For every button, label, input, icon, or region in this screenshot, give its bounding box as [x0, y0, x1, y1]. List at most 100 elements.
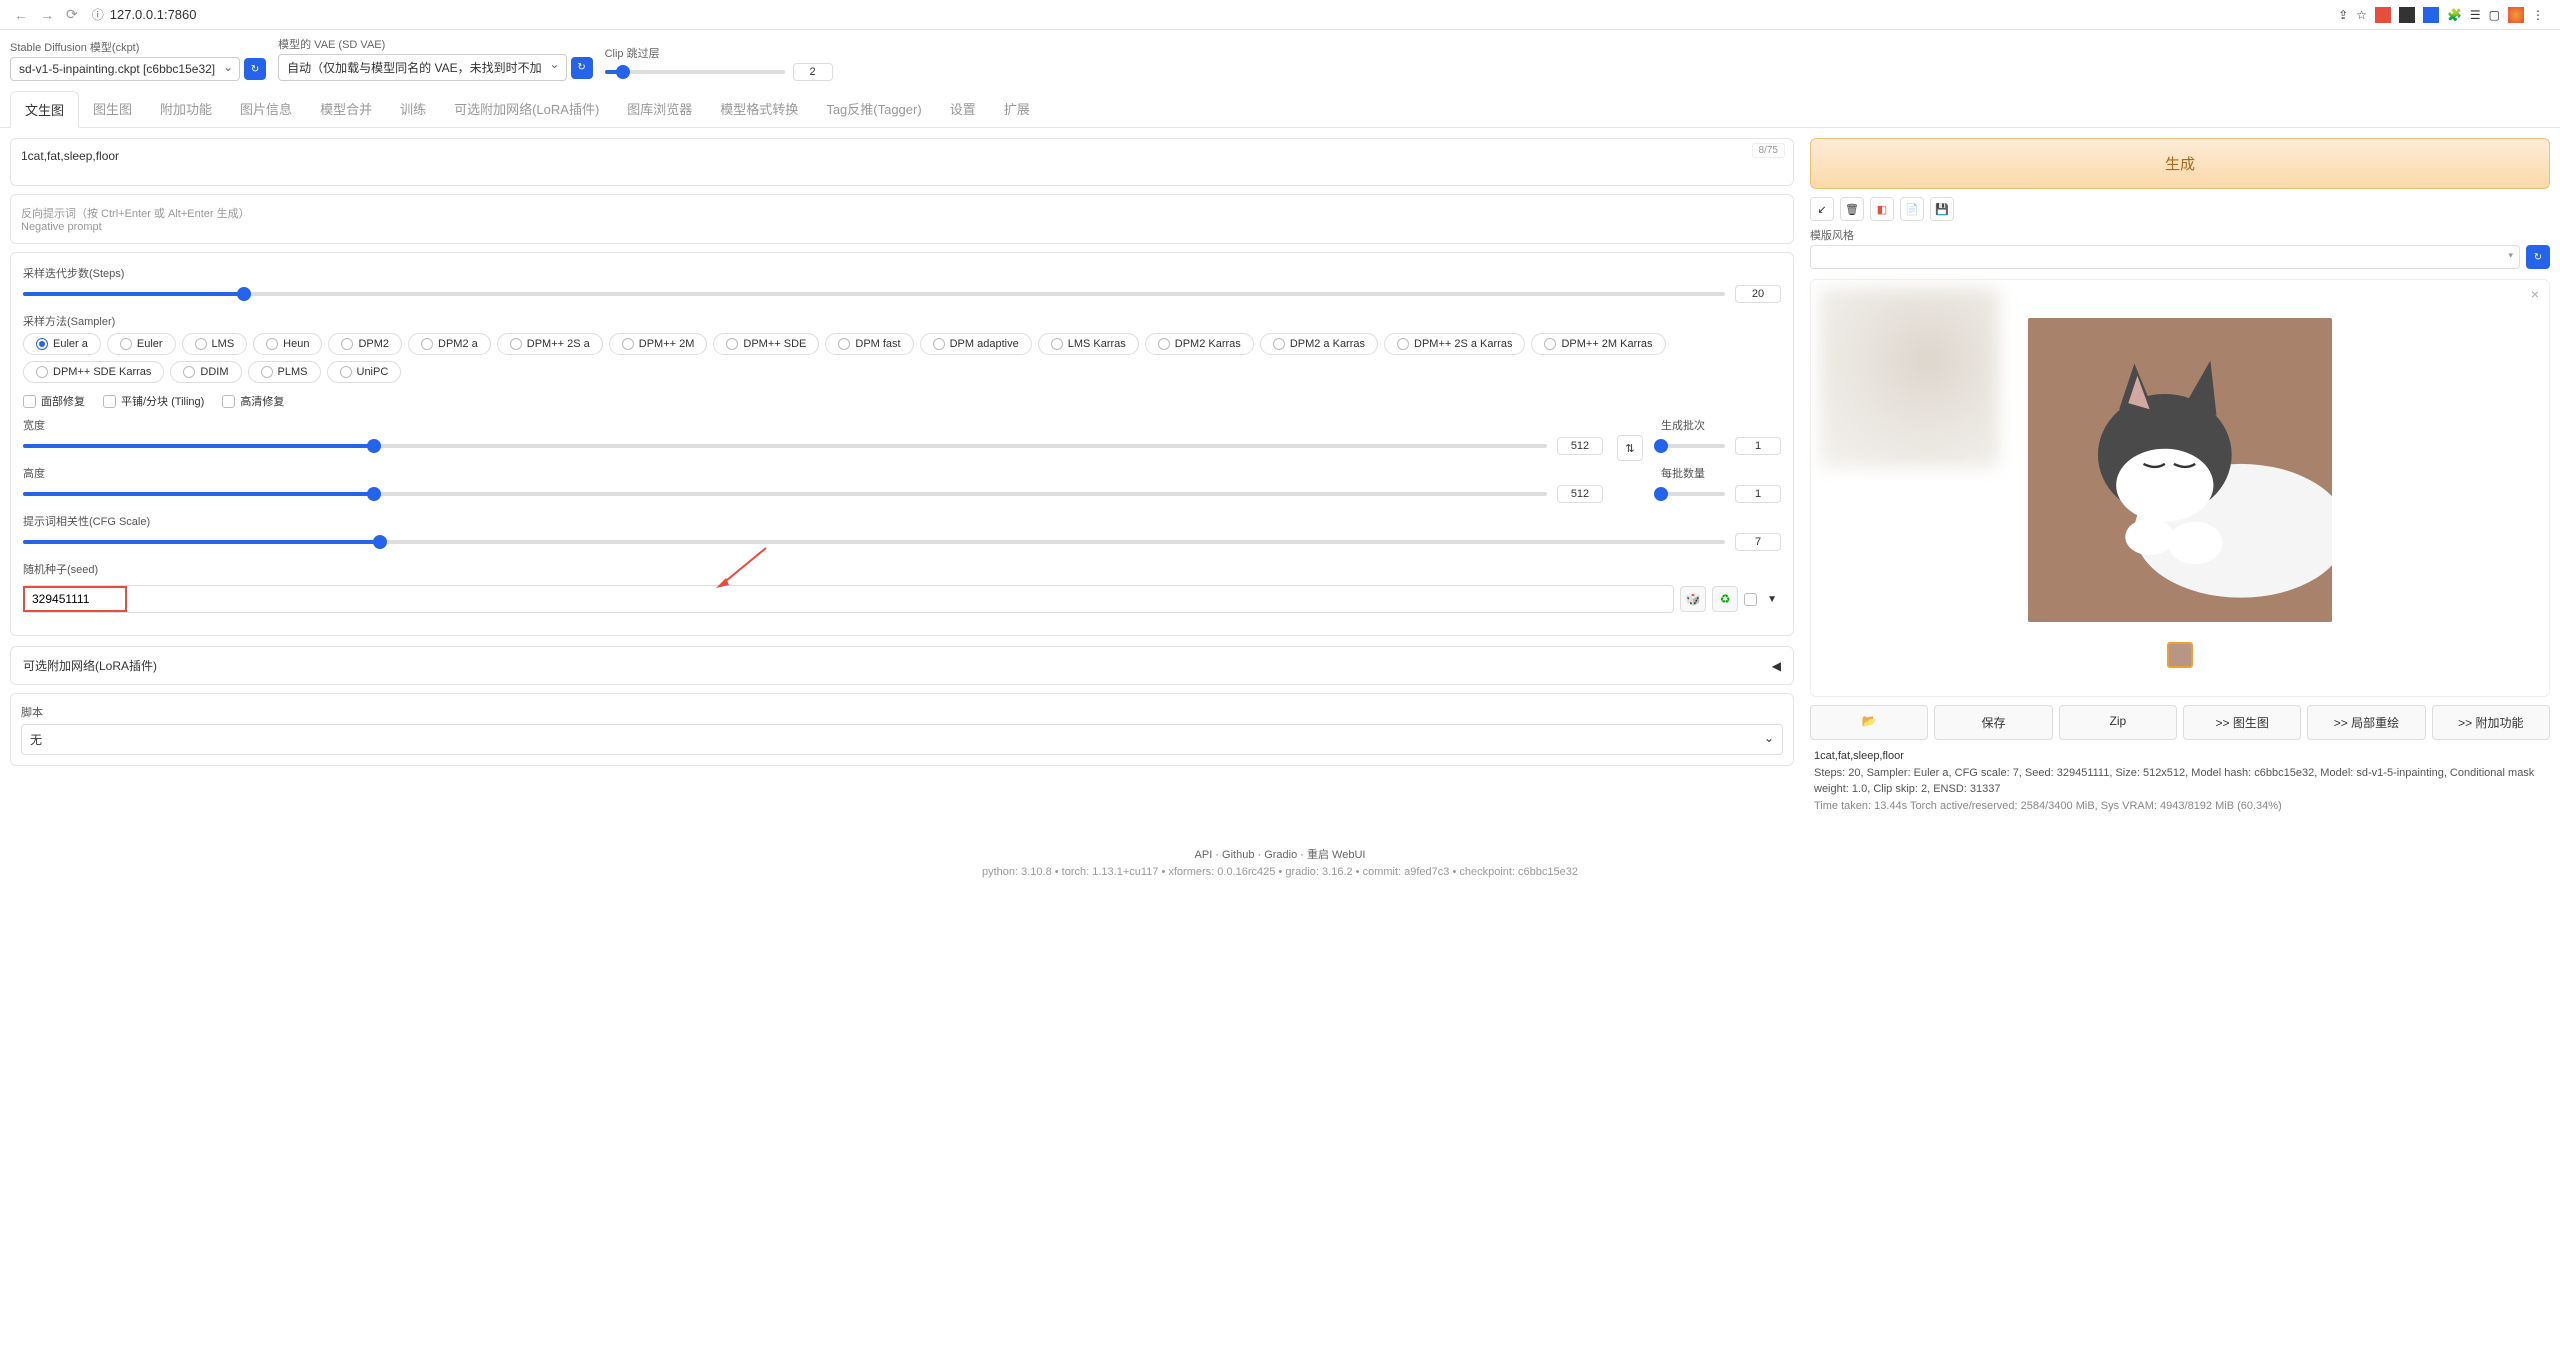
- send-img2img-button[interactable]: >> 图生图: [2183, 705, 2301, 740]
- url-text[interactable]: 127.0.0.1:7860: [110, 7, 197, 22]
- vae-refresh-button[interactable]: ↻: [571, 57, 593, 79]
- batch-count-value[interactable]: 1: [1735, 437, 1781, 455]
- batch-size-slider[interactable]: [1661, 492, 1725, 496]
- clip-skip-slider[interactable]: [605, 70, 785, 74]
- output-image[interactable]: [2028, 318, 2332, 622]
- sd-model-select[interactable]: sd-v1-5-inpainting.ckpt [c6bbc15e32]: [10, 57, 240, 81]
- clip-skip-label: Clip 跳过层: [605, 45, 833, 61]
- seed-reuse-button[interactable]: ♻: [1712, 586, 1738, 612]
- seed-expand-icon[interactable]: ▼: [1763, 594, 1781, 605]
- sampler-dpm2a[interactable]: DPM2 a: [408, 333, 491, 355]
- width-value[interactable]: 512: [1557, 437, 1603, 455]
- menu-icon[interactable]: ⋮: [2532, 8, 2544, 22]
- sampler-lms[interactable]: LMS: [182, 333, 248, 355]
- tab-train[interactable]: 训练: [386, 91, 440, 127]
- sd-model-refresh-button[interactable]: ↻: [244, 58, 266, 80]
- sampler-dpmpp2m[interactable]: DPM++ 2M: [609, 333, 708, 355]
- sampler-dpmadaptive[interactable]: DPM adaptive: [920, 333, 1032, 355]
- sampler-dpmppsdekarras[interactable]: DPM++ SDE Karras: [23, 361, 164, 383]
- ext-icon-3[interactable]: [2423, 7, 2439, 23]
- sampler-euler[interactable]: Euler: [107, 333, 176, 355]
- save-button[interactable]: 保存: [1934, 705, 2052, 740]
- tab-convert[interactable]: 模型格式转换: [706, 91, 812, 127]
- script-select[interactable]: 无⌄: [21, 724, 1783, 755]
- close-icon[interactable]: ×: [2531, 286, 2539, 302]
- height-value[interactable]: 512: [1557, 485, 1603, 503]
- nav-reload-icon[interactable]: ⟳: [60, 6, 84, 23]
- height-slider[interactable]: [23, 492, 1547, 496]
- sampler-label: 采样方法(Sampler): [23, 313, 1781, 329]
- face-restore-checkbox[interactable]: 面部修复: [23, 393, 85, 409]
- arrow-tool-button[interactable]: ↙: [1810, 197, 1834, 221]
- steps-value[interactable]: 20: [1735, 285, 1781, 303]
- send-inpaint-button[interactable]: >> 局部重绘: [2307, 705, 2425, 740]
- tab-gallery[interactable]: 图库浏览器: [613, 91, 706, 127]
- tab-tagger[interactable]: Tag反推(Tagger): [812, 91, 935, 127]
- sampler-dpm2karras[interactable]: DPM2 Karras: [1145, 333, 1254, 355]
- tiling-checkbox[interactable]: 平铺/分块 (Tiling): [103, 393, 204, 409]
- tab-settings[interactable]: 设置: [936, 91, 990, 127]
- swap-dimensions-button[interactable]: ⇅: [1617, 435, 1643, 461]
- batch-size-value[interactable]: 1: [1735, 485, 1781, 503]
- reading-list-icon[interactable]: ☰: [2470, 8, 2481, 22]
- ext-icon-1[interactable]: [2375, 7, 2391, 23]
- puzzle-icon[interactable]: 🧩: [2447, 8, 2462, 22]
- batch-count-slider[interactable]: [1661, 444, 1725, 448]
- send-extras-button[interactable]: >> 附加功能: [2432, 705, 2550, 740]
- style-select[interactable]: [1810, 245, 2520, 269]
- cfg-slider[interactable]: [23, 540, 1725, 544]
- file-tool-button[interactable]: 📄: [1900, 197, 1924, 221]
- sampler-dpmpp2mkarras[interactable]: DPM++ 2M Karras: [1531, 333, 1665, 355]
- nav-back-icon: ←: [8, 7, 34, 23]
- sampler-dpmfast[interactable]: DPM fast: [825, 333, 913, 355]
- clip-skip-value[interactable]: 2: [793, 63, 833, 81]
- zip-button[interactable]: Zip: [2059, 705, 2177, 740]
- trash-tool-button[interactable]: 🗑: [1840, 197, 1864, 221]
- cfg-value[interactable]: 7: [1735, 533, 1781, 551]
- sampler-dpmpp2sa[interactable]: DPM++ 2S a: [497, 333, 603, 355]
- sampler-ddim[interactable]: DDIM: [170, 361, 241, 383]
- style-refresh-button[interactable]: ↻: [2526, 245, 2550, 269]
- seed-input[interactable]: [23, 585, 1674, 613]
- tab-lora[interactable]: 可选附加网络(LoRA插件): [440, 91, 613, 127]
- sampler-dpm2akarras[interactable]: DPM2 a Karras: [1260, 333, 1378, 355]
- steps-slider[interactable]: [23, 292, 1725, 296]
- generate-button[interactable]: 生成: [1810, 138, 2550, 189]
- sampler-dpm2[interactable]: DPM2: [328, 333, 402, 355]
- tab-merge[interactable]: 模型合并: [306, 91, 386, 127]
- tab-pnginfo[interactable]: 图片信息: [226, 91, 306, 127]
- seed-random-button[interactable]: 🎲: [1680, 586, 1706, 612]
- share-icon[interactable]: ⇪: [2338, 8, 2348, 22]
- bookmark-tool-button[interactable]: ◧: [1870, 197, 1894, 221]
- sampler-lmskarras[interactable]: LMS Karras: [1038, 333, 1139, 355]
- tab-extras[interactable]: 附加功能: [146, 91, 226, 127]
- footer-versions: python: 3.10.8 • torch: 1.13.1+cu117 • x…: [14, 866, 2546, 878]
- open-folder-button[interactable]: 📂: [1810, 705, 1928, 740]
- output-time: Time taken: 13.44s Torch active/reserved…: [1814, 798, 2546, 815]
- ext-icon-4[interactable]: [2508, 7, 2524, 23]
- negative-prompt-textarea[interactable]: 反向提示词（按 Ctrl+Enter 或 Alt+Enter 生成） Negat…: [10, 194, 1794, 244]
- prompt-textarea[interactable]: 1cat,fat,sleep,floor 8/75: [10, 138, 1794, 186]
- sampler-dpmppsde[interactable]: DPM++ SDE: [713, 333, 819, 355]
- width-slider[interactable]: [23, 444, 1547, 448]
- vae-select[interactable]: 自动（仅加载与模型同名的 VAE，未找到时不加: [278, 54, 566, 81]
- tab-txt2img[interactable]: 文生图: [10, 91, 79, 128]
- tab-img2img[interactable]: 图生图: [79, 91, 146, 127]
- output-thumbnail[interactable]: [2167, 642, 2193, 668]
- ext-icon-2[interactable]: [2399, 7, 2415, 23]
- sampler-euler-a[interactable]: Euler a: [23, 333, 101, 355]
- panel-icon[interactable]: ▢: [2489, 8, 2500, 22]
- sampler-dpmpp2sakarras[interactable]: DPM++ 2S a Karras: [1384, 333, 1525, 355]
- tab-extensions[interactable]: 扩展: [990, 91, 1044, 127]
- sampler-plms[interactable]: PLMS: [248, 361, 321, 383]
- footer-links[interactable]: API · Github · Gradio · 重启 WebUI: [14, 846, 2546, 862]
- hires-checkbox[interactable]: 高清修复: [222, 393, 284, 409]
- sampler-heun[interactable]: Heun: [253, 333, 322, 355]
- star-icon[interactable]: ☆: [2356, 8, 2367, 22]
- sampler-unipc[interactable]: UniPC: [327, 361, 402, 383]
- output-preview-blur: [1819, 288, 1999, 468]
- seed-extra-checkbox[interactable]: [1744, 593, 1757, 606]
- info-icon[interactable]: ⓘ: [92, 6, 104, 23]
- save-tool-button[interactable]: 💾: [1930, 197, 1954, 221]
- lora-accordion[interactable]: 可选附加网络(LoRA插件) ◀: [10, 646, 1794, 685]
